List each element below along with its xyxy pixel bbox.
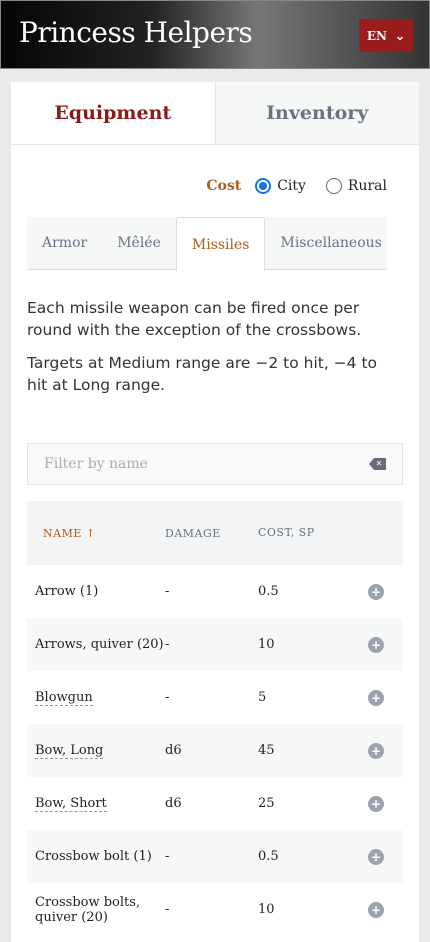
app-header: Princess Helpers EN ⌄ [0,0,430,69]
item-cost: 45 [258,743,275,758]
item-damage: - [165,690,170,705]
table-row: Crossbow bolt (1) - 0.5 + [27,830,403,883]
table-row: Arrow (1) - 0.5 + [27,565,403,618]
city-label[interactable]: City [277,178,306,194]
item-name: Crossbow bolt (1) [27,849,165,864]
item-cost: 25 [258,796,275,811]
tab-equipment[interactable]: Equipment [11,82,215,144]
rural-radio[interactable] [325,178,342,194]
language-label: EN [366,28,388,43]
chevron-down-icon: ⌄ [395,28,406,43]
table-row: Bow, Long d6 45 + [27,724,403,777]
name-column-header[interactable]: NAME ↑ [27,527,165,540]
add-item-icon[interactable]: + [368,689,384,706]
main-tabs: Equipment Inventory [11,82,419,145]
damage-column-header[interactable]: DAMAGE [165,527,258,540]
add-item-icon[interactable]: + [368,742,384,759]
tab-armor[interactable]: Armor [27,217,102,269]
language-select[interactable]: EN ⌄ [359,19,413,52]
description-text: Each missile weapon can be fired once pe… [27,299,362,339]
item-damage: d6 [165,796,182,811]
item-name-text: Crossbow bolts, quiver (20) [35,894,141,925]
item-cost: 0.5 [258,849,279,864]
item-name: Arrow (1) [27,584,165,599]
app-title: Princess Helpers [19,16,253,49]
table-row: Bow, Short d6 25 + [27,777,403,830]
equipment-table: NAME ↑ DAMAGE COST, SP Arrow (1) - 0.5 +… [27,501,403,936]
add-item-icon[interactable]: + [368,901,384,918]
item-name: Crossbow bolts, quiver (20) [27,895,165,925]
cost-column-header[interactable]: COST, SP [258,525,318,541]
add-item-icon[interactable]: + [368,636,384,653]
item-name: Blowgun [27,690,165,706]
table-row: Blowgun - 5 + [27,671,403,724]
item-name-text: Arrows, quiver (20) [35,637,164,652]
tab-missiles[interactable]: Missiles [175,217,266,271]
filter-field: ✕ [27,443,403,485]
rural-label[interactable]: Rural [348,178,387,194]
item-name-text: Arrow (1) [35,584,99,599]
city-radio[interactable] [255,178,272,194]
category-tabs: Armor Mêlée Missiles Miscellaneous [27,217,387,271]
item-name: Bow, Short [27,796,165,812]
cost-label: Cost [206,178,242,194]
item-name-text[interactable]: Blowgun [35,690,93,706]
clear-icon[interactable]: ✕ [369,458,386,470]
item-damage: d6 [165,743,182,758]
description: Each missile weapon can be fired once pe… [27,297,397,407]
tab-miscellaneous[interactable]: Miscellaneous [265,217,396,269]
table-row: Arrows, quiver (20) - 10 + [27,618,403,671]
table-header: NAME ↑ DAMAGE COST, SP [27,501,403,565]
tab-melee[interactable]: Mêlée [102,217,176,269]
item-damage: - [165,637,170,652]
add-item-icon[interactable]: + [368,848,384,865]
main-card: Equipment Inventory Cost City Rural Armo… [11,82,419,942]
item-cost: 10 [258,637,275,652]
item-damage: - [165,902,170,917]
add-item-icon[interactable]: + [368,795,384,812]
filter-input[interactable] [44,456,344,472]
item-cost: 10 [258,902,275,917]
item-name-text: Crossbow bolt (1) [35,849,152,864]
description-text: Targets at Medium range are −2 to hit, −… [27,354,378,394]
item-name: Bow, Long [27,743,165,759]
item-name-text[interactable]: Bow, Long [35,743,104,759]
item-cost: 5 [258,690,267,705]
item-name-text[interactable]: Bow, Short [35,796,107,812]
item-damage: - [165,849,170,864]
table-row: Crossbow bolts, quiver (20) - 10 + [27,883,403,936]
cost-selector: Cost City Rural [206,178,387,194]
item-cost: 0.5 [258,584,279,599]
item-damage: - [165,584,170,599]
add-item-icon[interactable]: + [368,583,384,600]
tab-inventory[interactable]: Inventory [214,82,419,144]
item-name: Arrows, quiver (20) [27,637,165,652]
